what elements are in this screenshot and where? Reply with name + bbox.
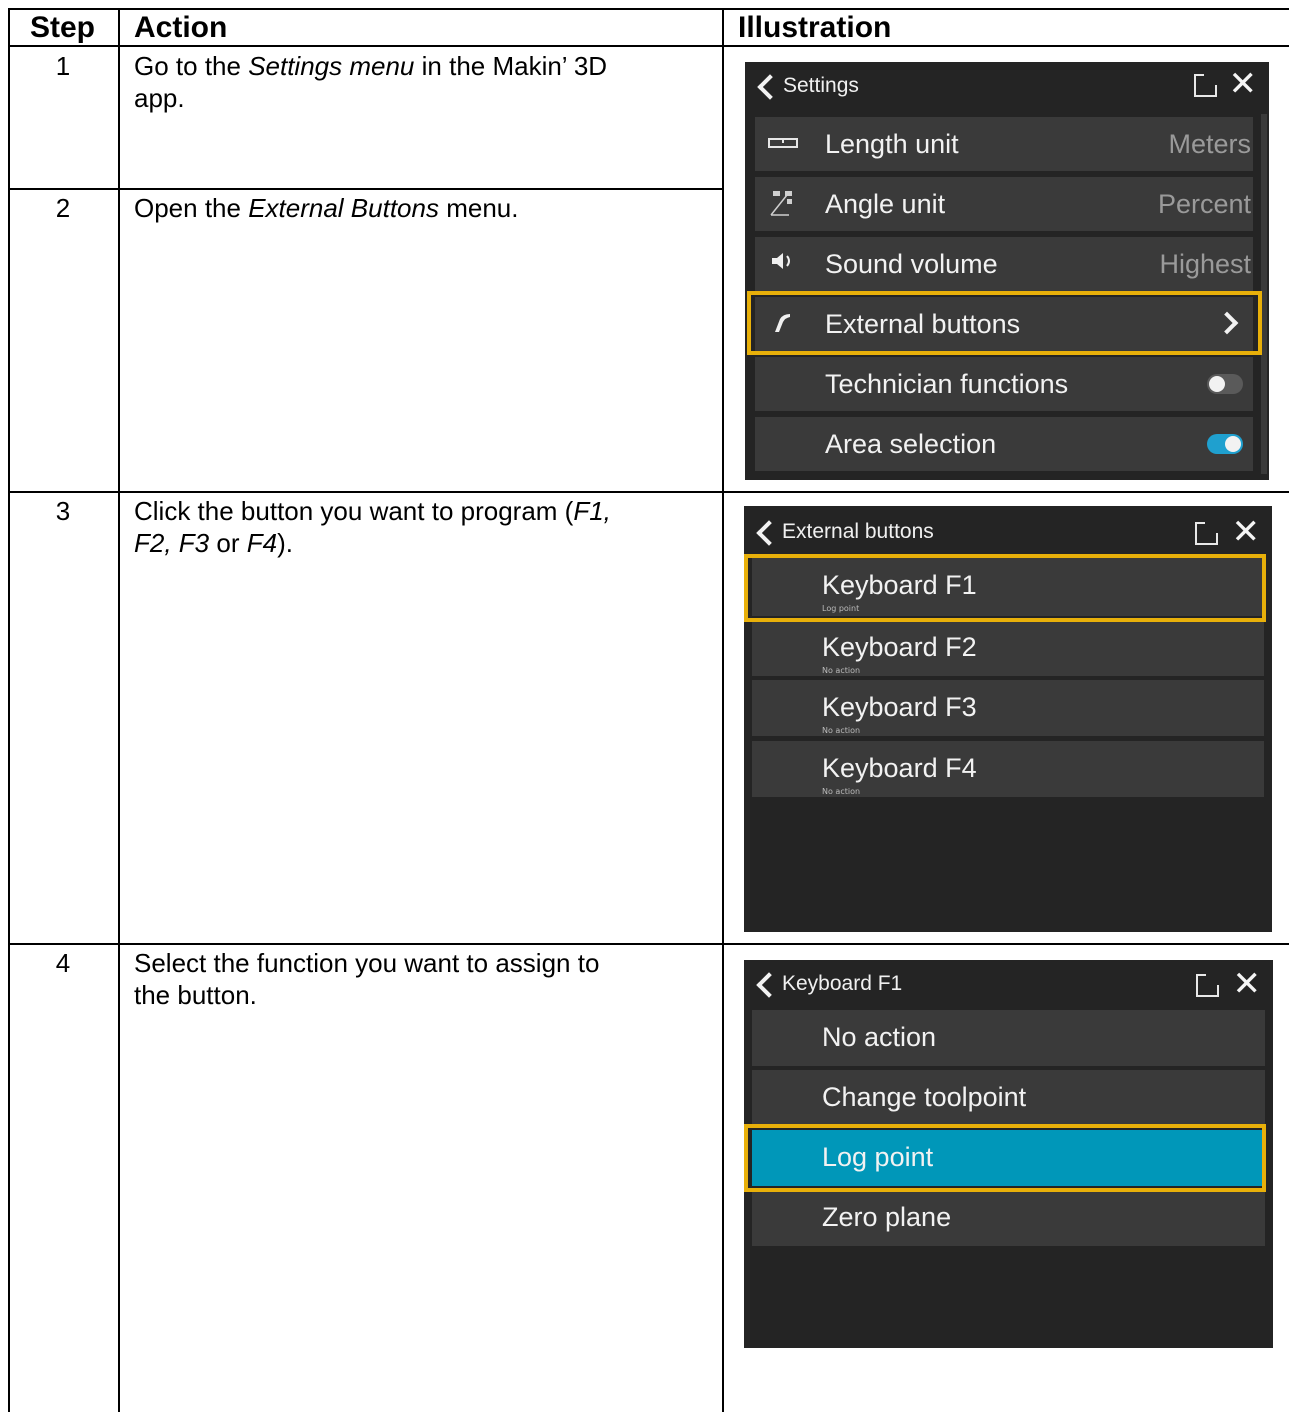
settings-row-angle-unit[interactable]: Angle unit Percent (755, 177, 1253, 231)
table-left-border (8, 8, 10, 1412)
keyboard-f1-title: Keyboard F1 (782, 972, 903, 995)
header-action: Action (134, 11, 228, 44)
step-number: 3 (55, 496, 71, 526)
row-label: Keyboard F4 (822, 753, 977, 783)
row-value: Meters (1168, 129, 1251, 159)
angle-icon (765, 189, 801, 219)
row-sublabel: No action (822, 726, 861, 735)
close-icon[interactable]: ✕ (1233, 964, 1262, 1004)
back-icon[interactable] (757, 74, 783, 100)
settings-row-sound-volume[interactable]: Sound volume Highest (755, 237, 1253, 291)
row-label: Area selection (825, 429, 997, 459)
row-label: Sound volume (825, 249, 998, 279)
step-4-text: Select the function you want to assign t… (134, 948, 600, 1010)
settings-row-length-unit[interactable]: Length unit Meters (755, 117, 1253, 171)
external-buttons-title: External buttons (782, 520, 934, 543)
settings-screen: Settings ✕ Length unit Meters Angle unit… (745, 62, 1269, 480)
step-number: 2 (55, 193, 71, 223)
popout-icon[interactable] (1196, 970, 1221, 997)
row-divider-2 (8, 491, 1289, 493)
row-label: Technician functions (825, 369, 1069, 399)
row-label: Length unit (825, 129, 959, 159)
toggle-knob (1209, 376, 1225, 392)
technician-toggle[interactable] (1207, 374, 1243, 394)
external-button-row-f2[interactable]: Keyboard F2 No action (752, 620, 1264, 676)
function-row-no-action[interactable]: No action (752, 1010, 1265, 1066)
back-icon[interactable] (756, 972, 782, 998)
close-icon[interactable]: ✕ (1229, 64, 1258, 104)
popout-icon[interactable] (1194, 70, 1219, 97)
row-sublabel: No action (822, 787, 861, 796)
step-number: 4 (55, 948, 71, 978)
settings-row-technician-functions[interactable]: Technician functions (755, 357, 1253, 411)
row-divider-3 (8, 943, 1289, 945)
settings-topbar: Settings ✕ (745, 62, 1269, 112)
external-buttons-screen: External buttons ✕ Keyboard F1 Log point… (744, 506, 1272, 932)
row-label: Keyboard F3 (822, 692, 977, 722)
header-illustration: Illustration (738, 11, 892, 44)
external-button-row-f3[interactable]: Keyboard F3 No action (752, 680, 1264, 736)
col-divider-action (722, 8, 724, 1412)
row-label: Change toolpoint (822, 1082, 1027, 1112)
row-label: Angle unit (825, 189, 946, 219)
col-divider-step (118, 8, 120, 1412)
ruler-icon (765, 129, 801, 159)
row-label: Keyboard F2 (822, 632, 977, 662)
external-button-row-f4[interactable]: Keyboard F4 No action (752, 741, 1264, 797)
row-sublabel: No action (822, 666, 861, 675)
step-3-text: Click the button you want to program (F1… (134, 496, 611, 558)
speaker-icon (765, 249, 801, 279)
external-buttons-topbar: External buttons ✕ (744, 506, 1272, 556)
highlight-external-buttons (747, 291, 1262, 355)
keyboard-f1-screen: Keyboard F1 ✕ No action Change toolpoint… (744, 960, 1273, 1348)
settings-row-area-selection[interactable]: Area selection (755, 417, 1253, 471)
popout-icon[interactable] (1195, 518, 1220, 545)
step-1-text: Go to the Settings menu in the Makin’ 3D… (134, 51, 608, 113)
row-divider-1 (8, 188, 724, 190)
row-value: Percent (1157, 189, 1251, 219)
row-label: No action (822, 1022, 937, 1052)
settings-title: Settings (783, 74, 859, 97)
step-number: 1 (55, 51, 71, 81)
header-step: Step (30, 11, 96, 44)
highlight-log-point (744, 1124, 1266, 1192)
function-row-change-toolpoint[interactable]: Change toolpoint (752, 1070, 1265, 1126)
back-icon[interactable] (756, 520, 782, 546)
row-value: Highest (1159, 249, 1251, 279)
area-selection-toggle[interactable] (1207, 434, 1243, 454)
close-icon[interactable]: ✕ (1232, 512, 1261, 552)
highlight-keyboard-f1 (744, 554, 1266, 622)
row-label: Zero plane (822, 1202, 952, 1232)
toggle-knob (1225, 436, 1241, 452)
step-2-text: Open the External Buttons menu. (134, 193, 519, 223)
function-row-zero-plane[interactable]: Zero plane (752, 1190, 1265, 1246)
keyboard-f1-topbar: Keyboard F1 ✕ (744, 960, 1273, 1010)
